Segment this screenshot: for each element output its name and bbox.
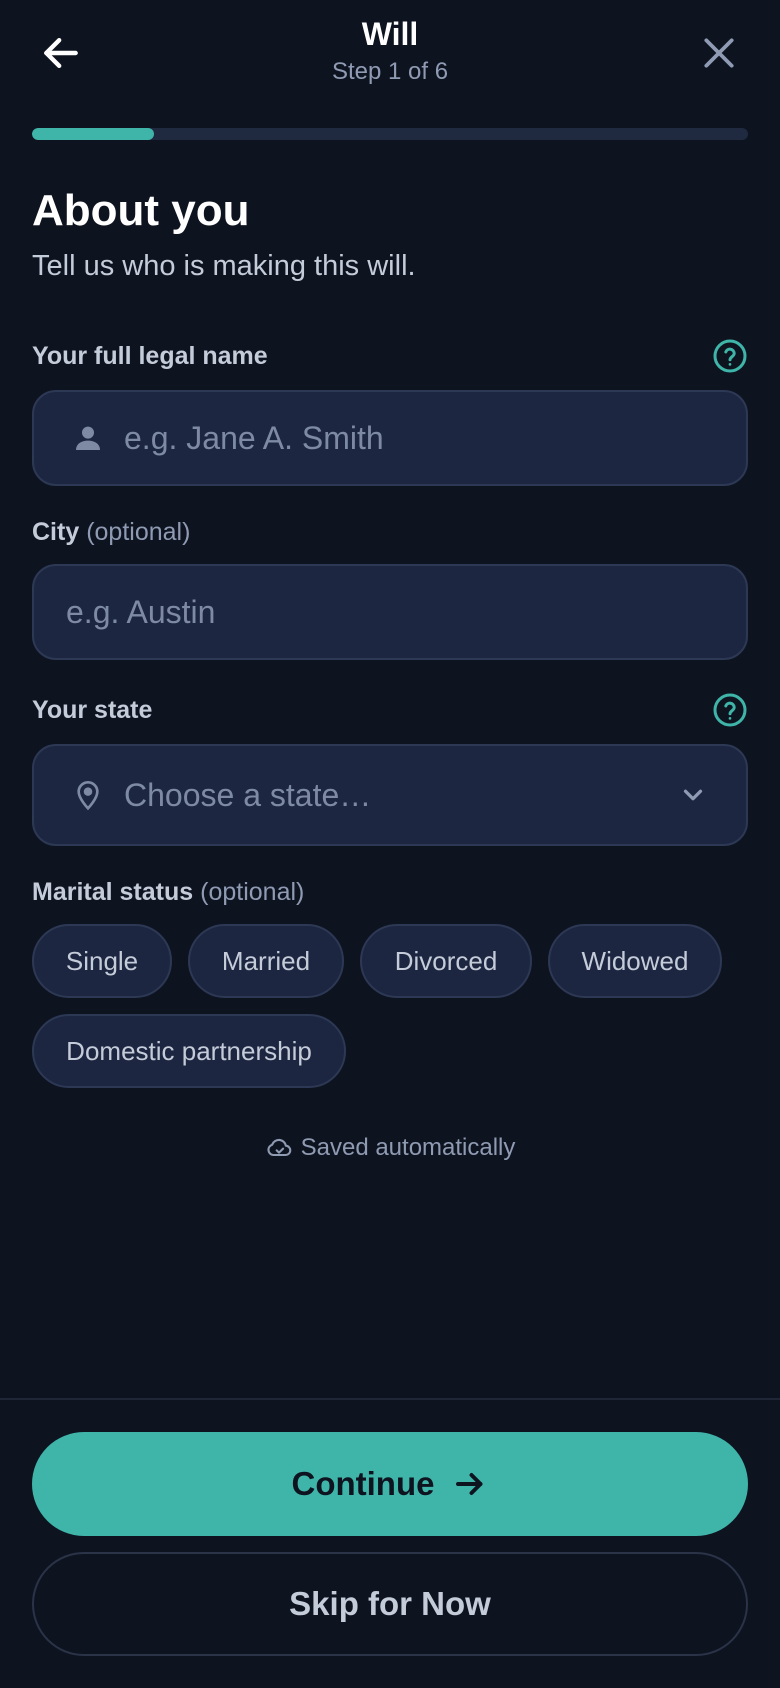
name-field[interactable] (32, 390, 748, 486)
state-select-value: Choose a state… (124, 776, 372, 813)
city-input[interactable] (66, 593, 746, 631)
map-pin-icon (77, 781, 99, 811)
chip-widowed[interactable]: Widowed (548, 924, 722, 998)
autosave-text: Saved automatically (300, 1134, 516, 1161)
step-indicator: Step 1 of 6 (331, 58, 449, 85)
section-description: Tell us who is making this will. (32, 250, 416, 282)
help-circle-icon[interactable] (712, 338, 748, 374)
chip-divorced[interactable]: Divorced (360, 924, 532, 998)
cloud-check-icon (267, 1138, 291, 1157)
help-circle-icon[interactable] (712, 692, 748, 728)
marital-label: Marital status (optional) (32, 878, 304, 907)
person-icon (76, 426, 100, 450)
close-button[interactable] (688, 22, 750, 84)
city-optional-tag: (optional) (86, 518, 191, 546)
marital-label-text: Marital status (32, 878, 194, 906)
footer-divider (0, 1398, 780, 1400)
autosave-status: Saved automatically (0, 1134, 780, 1162)
marital-optional-tag: (optional) (200, 878, 305, 906)
progress-fill (32, 128, 154, 140)
state-select[interactable]: Choose a state… (32, 744, 748, 846)
continue-button[interactable]: Continue (32, 1432, 748, 1536)
section-heading: About you (32, 186, 250, 235)
skip-label: Skip for Now (289, 1585, 491, 1622)
page-title: Will (361, 16, 419, 52)
close-icon (704, 38, 734, 68)
progress-bar (32, 128, 748, 140)
state-label: Your state (32, 696, 153, 724)
name-input[interactable] (124, 419, 746, 457)
chevron-down-icon (683, 789, 703, 801)
city-label: City (optional) (32, 518, 190, 547)
continue-label: Continue (291, 1465, 435, 1502)
chip-domestic-partnership[interactable]: Domestic partnership (32, 1014, 346, 1088)
city-field[interactable] (32, 564, 748, 660)
chip-single[interactable]: Single (32, 924, 172, 998)
city-label-text: City (32, 518, 80, 546)
arrow-right-icon (456, 1473, 483, 1495)
header: Will Step 1 of 6 (0, 0, 780, 110)
name-label: Your full legal name (32, 342, 268, 370)
will-step-page: Will Step 1 of 6 About you Tell us who i… (0, 0, 780, 1688)
chip-married[interactable]: Married (188, 924, 344, 998)
skip-button[interactable]: Skip for Now (32, 1552, 748, 1656)
